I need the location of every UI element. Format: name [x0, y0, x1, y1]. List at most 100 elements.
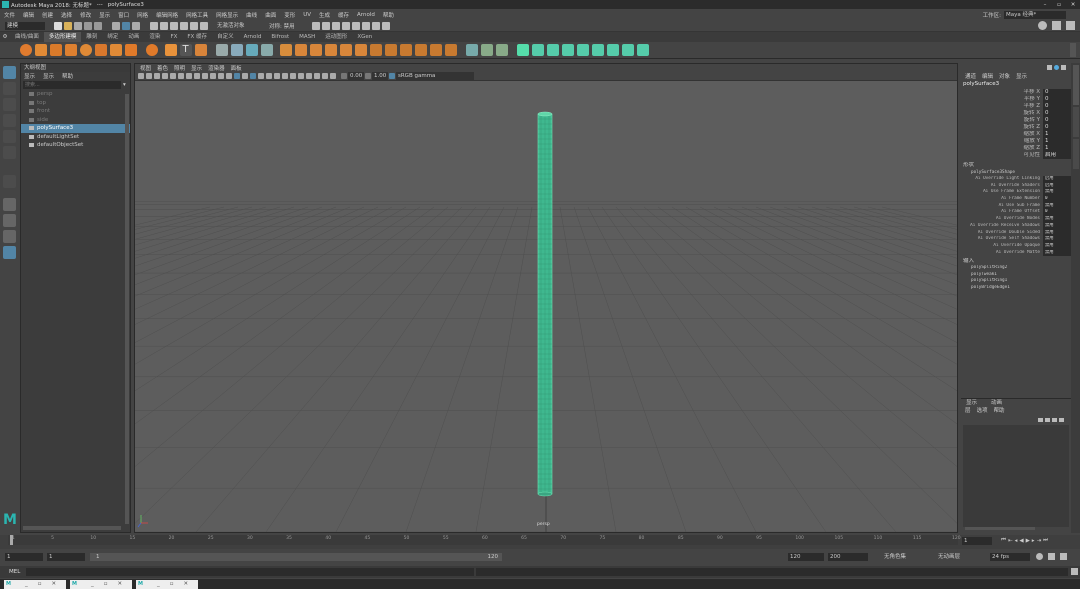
wireframe-icon[interactable] — [234, 73, 240, 79]
menu-item-4[interactable]: 修改 — [76, 11, 95, 19]
shape-attr-value[interactable]: 禁用 — [1043, 229, 1071, 237]
loop-icon[interactable] — [1036, 553, 1043, 560]
shape-attr-label[interactable]: Ai Override Nodes — [961, 216, 1043, 223]
transform-value[interactable]: 0 — [1043, 117, 1071, 124]
exposure-field[interactable]: 0.00 — [348, 72, 364, 80]
layer-down-icon[interactable] — [1059, 417, 1064, 422]
time-slider[interactable]: 1 5 10 15 20 25 30 35 40 45 50 55 60 65 70 75 80 85 90 95 10… — [0, 535, 1080, 549]
torus-icon[interactable] — [79, 44, 92, 56]
outliner-menu-0[interactable]: 显示 — [24, 72, 35, 80]
input-node[interactable]: polyBridgeEdge1 — [971, 285, 1071, 292]
shape-attr-label[interactable]: Ai Override Self Shadows — [961, 236, 1043, 243]
menu-item-13[interactable]: 变形 — [280, 11, 299, 19]
uv-editor-icon[interactable] — [516, 44, 529, 56]
render-settings-icon[interactable] — [331, 21, 340, 30]
outliner-item[interactable]: top — [21, 99, 130, 108]
menu-item-1[interactable]: 编辑 — [19, 11, 38, 19]
uv-unfold-icon[interactable] — [621, 44, 634, 56]
step-forward-icon[interactable]: ▸ — [1032, 538, 1035, 544]
window-min-icon[interactable]: _ — [91, 581, 94, 587]
layer-new-selected-icon[interactable] — [1045, 417, 1050, 422]
shape-attr-label[interactable]: Ai Override Light Linking — [961, 176, 1043, 183]
aa-icon[interactable] — [298, 73, 304, 79]
gate-mask-icon[interactable] — [210, 73, 216, 79]
layer-menu-2[interactable]: 帮助 — [994, 406, 1005, 414]
bookmark-icon[interactable] — [154, 73, 160, 79]
window-max-icon[interactable]: ▫ — [170, 581, 174, 587]
playback-start-field[interactable]: 1 — [47, 553, 85, 561]
viewport-canvas[interactable] — [135, 81, 957, 532]
circularize-icon[interactable] — [495, 44, 508, 56]
layer-new-icon[interactable] — [1038, 417, 1043, 422]
super-shape-icon[interactable] — [145, 44, 158, 56]
smooth-shade-icon[interactable] — [242, 73, 248, 79]
window-max-icon[interactable]: ▫ — [104, 581, 108, 587]
shelf-tab-11[interactable]: MASH — [294, 32, 320, 42]
channel-box-layout-icon[interactable] — [1054, 64, 1059, 70]
plane-icon[interactable] — [94, 44, 107, 56]
transform-label[interactable]: 旋转 X — [961, 110, 1043, 117]
outliner-item[interactable]: front — [21, 107, 130, 116]
shape-attr-value[interactable]: 禁用 — [1043, 222, 1071, 230]
select-object-icon[interactable] — [122, 21, 130, 30]
shelf-tab-7[interactable]: FX 缓存 — [182, 32, 212, 42]
shape-attr-value[interactable]: 禁用 — [1043, 189, 1071, 197]
slide-edge-icon[interactable] — [480, 44, 493, 56]
fill-hole-icon[interactable] — [339, 44, 352, 56]
menu-item-9[interactable]: 网格工具 — [182, 11, 212, 19]
outliner-hscrollbar[interactable] — [23, 526, 121, 530]
bevel-icon[interactable] — [309, 44, 322, 56]
layer-up-icon[interactable] — [1052, 417, 1057, 422]
colorspace-select[interactable]: sRGB gamma — [396, 72, 474, 80]
select-hierarchy-icon[interactable] — [112, 21, 120, 30]
channel-box-help-icon[interactable] — [1061, 64, 1066, 70]
redo-icon[interactable] — [94, 21, 102, 30]
gamma-field[interactable]: 1.00 — [372, 72, 388, 80]
shape-attr-value[interactable]: 启用 — [1043, 176, 1071, 183]
shelf-tab-9[interactable]: Arnold — [239, 32, 267, 42]
magnet-icon[interactable] — [200, 21, 208, 30]
sweep-mesh-icon[interactable] — [164, 44, 177, 56]
bridge-icon[interactable] — [279, 44, 292, 56]
xray-components-icon[interactable] — [330, 73, 336, 79]
menu-item-12[interactable]: 曲面 — [261, 11, 280, 19]
polysurface3-cylinder[interactable] — [537, 111, 553, 497]
outliner-item[interactable]: persp — [21, 90, 130, 99]
menu-item-8[interactable]: 编辑网格 — [152, 11, 182, 19]
shape-attr-label[interactable]: Ai Override Double Sided — [961, 230, 1043, 237]
user-icon[interactable] — [1038, 21, 1047, 30]
select-camera-icon[interactable] — [138, 73, 144, 79]
separate-icon[interactable] — [230, 44, 243, 56]
transform-value[interactable]: 0 — [1043, 96, 1071, 103]
floating-window-tab[interactable]: M _ ▫ ✕ — [136, 579, 198, 589]
text-icon[interactable]: T — [179, 44, 192, 56]
viewport-menu-2[interactable]: 照明 — [171, 64, 188, 72]
outliner-item[interactable]: defaultLightSet — [21, 133, 130, 142]
cylinder-icon[interactable] — [49, 44, 62, 56]
outliner-item[interactable]: defaultObjectSet — [21, 141, 130, 150]
window-min-icon[interactable]: _ — [157, 581, 160, 587]
shape-attr-label[interactable]: Ai Override Shaders — [961, 183, 1043, 190]
current-frame-field[interactable]: 1 — [962, 537, 992, 545]
settings-icon[interactable] — [1052, 21, 1061, 30]
window-close-icon[interactable]: ✕ — [51, 581, 56, 587]
shape-attr-label[interactable]: Ai Use Sub Frame — [961, 203, 1043, 210]
shelf-tab-13[interactable]: XGen — [352, 32, 377, 42]
arnold-render-icon[interactable] — [351, 21, 360, 30]
viewport-menu-3[interactable]: 显示 — [188, 64, 205, 72]
step-back-key-icon[interactable]: ⇤ — [1008, 538, 1013, 544]
maximize-icon[interactable]: ▫ — [1052, 2, 1066, 8]
floating-window-tab[interactable]: M _ ▫ ✕ — [70, 579, 132, 589]
planar-map-icon[interactable] — [531, 44, 544, 56]
channel-tab-2[interactable]: 对象 — [999, 72, 1010, 80]
shape-attr-value[interactable]: 禁用 — [1043, 236, 1071, 243]
play-forward-icon[interactable]: ▶ — [1026, 538, 1030, 544]
shape-attr-value[interactable]: 禁用 — [1043, 242, 1071, 250]
last-tool-icon[interactable] — [3, 175, 16, 188]
transform-value[interactable]: 0 — [1043, 110, 1071, 117]
shelf-gear-icon[interactable]: ⚙ — [0, 34, 10, 40]
shelf-tab-8[interactable]: 自定义 — [212, 32, 239, 42]
viewport-menu-0[interactable]: 视图 — [137, 64, 154, 72]
move-tool-icon[interactable] — [3, 114, 16, 127]
camera-attr-icon[interactable] — [146, 73, 152, 79]
